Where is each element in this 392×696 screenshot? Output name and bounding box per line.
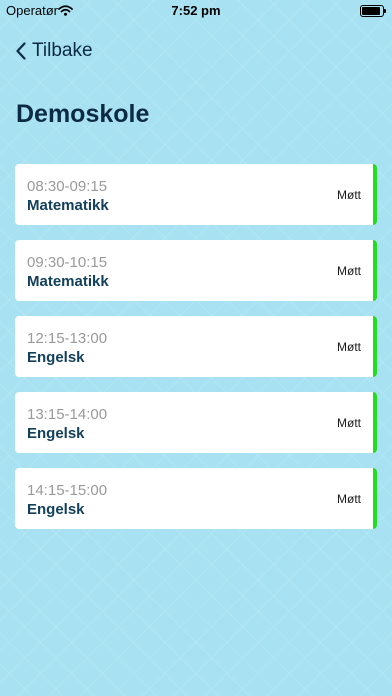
attendance-status: Møtt bbox=[337, 188, 361, 202]
lesson-subject: Matematikk bbox=[27, 197, 109, 214]
lesson-time: 08:30-09:15 bbox=[27, 178, 108, 195]
lesson-card[interactable]: 09:30-10:15 Matematikk Møtt bbox=[15, 240, 377, 301]
attendance-status: Møtt bbox=[337, 264, 361, 278]
status-clock: 7:52 pm bbox=[171, 3, 221, 18]
lesson-subject: Engelsk bbox=[27, 425, 85, 442]
chevron-left-icon bbox=[16, 42, 26, 60]
lesson-card[interactable]: 12:15-13:00 Engelsk Møtt bbox=[15, 316, 377, 377]
page-title: Demoskole bbox=[16, 100, 150, 128]
lesson-card[interactable]: 14:15-15:00 Engelsk Møtt bbox=[15, 468, 377, 529]
lesson-time: 12:15-13:00 bbox=[27, 330, 108, 347]
lesson-subject: Matematikk bbox=[27, 273, 109, 290]
lesson-list: 08:30-09:15 Matematikk Møtt 09:30-10:15 … bbox=[15, 164, 377, 544]
back-button[interactable]: Tilbake bbox=[16, 40, 93, 62]
lesson-time: 14:15-15:00 bbox=[27, 482, 108, 499]
back-label: Tilbake bbox=[32, 40, 93, 61]
lesson-subject: Engelsk bbox=[27, 501, 85, 518]
lesson-subject: Engelsk bbox=[27, 349, 85, 366]
attendance-status: Møtt bbox=[337, 492, 361, 506]
lesson-time: 13:15-14:00 bbox=[27, 406, 108, 423]
attendance-status: Møtt bbox=[337, 416, 361, 430]
lesson-card[interactable]: 13:15-14:00 Engelsk Møtt bbox=[15, 392, 377, 453]
status-bar: Operatør 7:52 pm bbox=[0, 0, 392, 22]
battery-icon bbox=[360, 5, 386, 17]
attendance-status: Møtt bbox=[337, 340, 361, 354]
lesson-card[interactable]: 08:30-09:15 Matematikk Møtt bbox=[15, 164, 377, 225]
lesson-time: 09:30-10:15 bbox=[27, 254, 108, 271]
